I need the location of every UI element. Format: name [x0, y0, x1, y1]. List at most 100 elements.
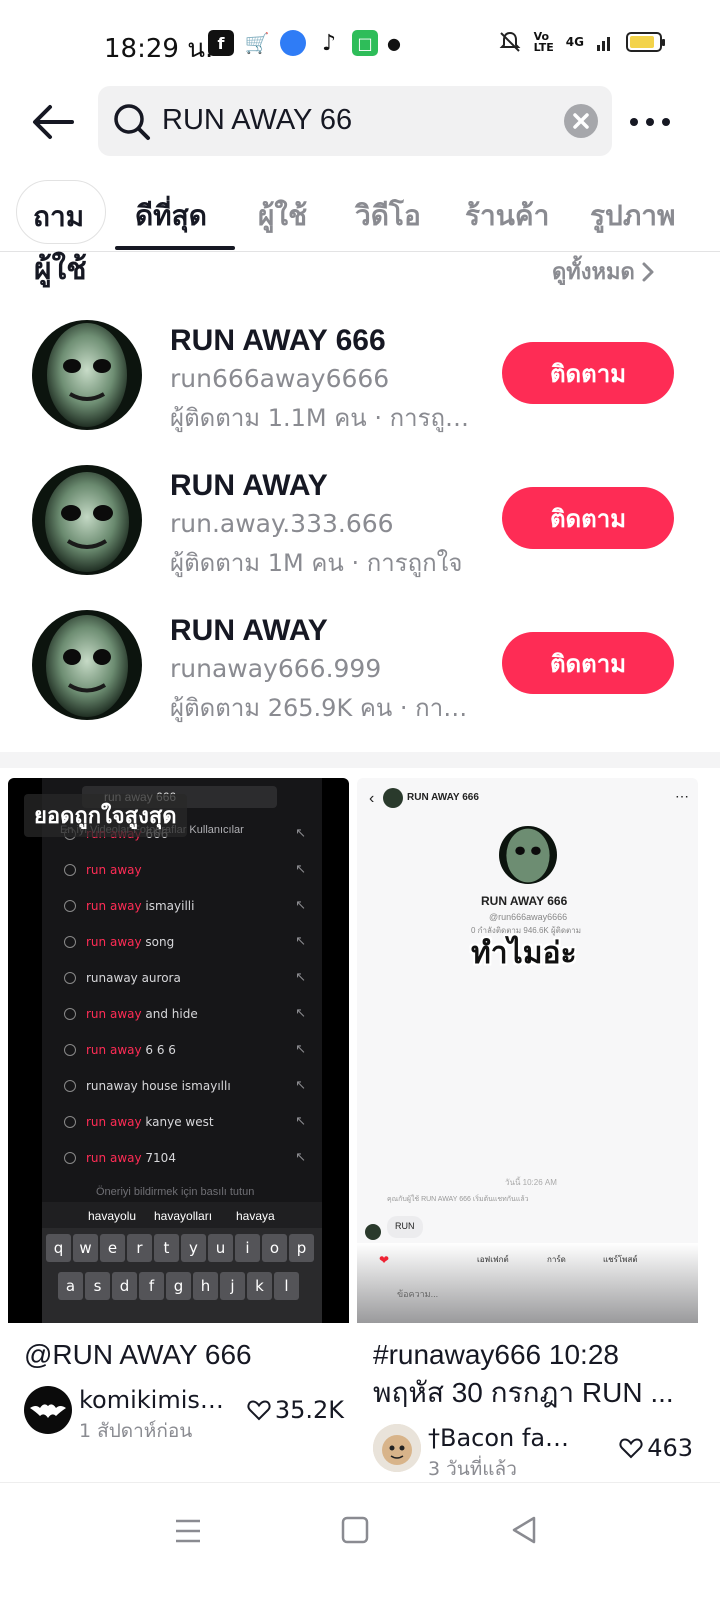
thumbnail-header-name: RUN AWAY 666: [407, 792, 479, 803]
dot: [630, 118, 638, 126]
video-thumbnail[interactable]: run away 666 En iyi Videolar Fotoğraflar…: [8, 778, 349, 1323]
heart-icon: [619, 1438, 643, 1459]
thumbnail-suggestion: run away ismayilli ↖: [56, 896, 306, 920]
thumbnail-sticker-text: ทำไมอ่ะ: [471, 936, 577, 971]
author-avatar[interactable]: [373, 1424, 421, 1472]
user-stats: ผู้ติดตาม 1.1M คน · การถูกใจ: [170, 404, 475, 432]
more-options-button[interactable]: [630, 112, 674, 132]
cartoon-avatar-icon: [373, 1424, 421, 1472]
system-icons: Vo LTE 4G: [498, 30, 665, 54]
creepy-face-avatar-icon: [32, 610, 142, 720]
thumbnail-suggestion: run away 6 6 6 ↖: [56, 1040, 306, 1064]
author-avatar[interactable]: [24, 1386, 72, 1434]
user-display-name: RUN AWAY 666: [170, 324, 386, 357]
mute-bell-icon: [499, 31, 520, 52]
clear-search-button[interactable]: [564, 104, 598, 138]
follow-button[interactable]: ติดตาม: [502, 342, 674, 404]
creepy-face-avatar-icon: [32, 320, 142, 430]
like-count-value: 463: [647, 1434, 693, 1462]
tab-photos[interactable]: รูปภาพ: [590, 194, 675, 238]
video-card[interactable]: run away 666 En iyi Videolar Fotoğraflar…: [8, 778, 349, 1498]
avatar[interactable]: [32, 465, 142, 575]
author-name: †Bacon farlands: [428, 1424, 578, 1452]
author-name: komikimistanbul: [79, 1386, 229, 1414]
tab-top[interactable]: ดีที่สุด: [135, 194, 207, 238]
thumbnail-keyboard-suggestions: havayolu havayolları havaya: [42, 1202, 322, 1230]
video-card[interactable]: ‹ RUN AWAY 666 ⋯ RUN AWAY 666 @run666awa…: [357, 778, 698, 1498]
chevron-right-icon: [642, 262, 654, 281]
avatar[interactable]: [32, 610, 142, 720]
follow-button[interactable]: ติดตาม: [502, 487, 674, 549]
avatar[interactable]: [32, 320, 142, 430]
video-caption: @RUN AWAY 666: [24, 1339, 252, 1370]
user-result-row[interactable]: RUN AWAY 666 run666away6666 ผู้ติดตาม 1.…: [0, 320, 720, 460]
heart-icon: [247, 1400, 271, 1421]
user-result-row[interactable]: RUN AWAY runaway666.999 ผู้ติดตาม 265.9K…: [0, 610, 720, 750]
tab-shop[interactable]: ร้านค้า: [465, 194, 549, 238]
back-nav-button[interactable]: [506, 1511, 546, 1551]
chat-app-icon: □: [352, 30, 378, 56]
search-tabs: ถาม ดีที่สุด ผู้ใช้ วิดีโอ ร้านค้า รูปภา…: [0, 180, 720, 252]
user-handle: run.away.333.666: [170, 509, 394, 538]
system-nav-bar: [0, 1482, 720, 1600]
like-count: 35.2K: [247, 1396, 344, 1424]
network-icon: 4G: [565, 35, 584, 49]
user-stats: ผู้ติดตาม 1M คน · การถูกใจ: [170, 549, 463, 577]
thumbnail-chat-avatar: [365, 1224, 381, 1240]
recents-button[interactable]: [170, 1511, 210, 1551]
menu-icon: [176, 1519, 200, 1543]
thumbnail-hint: Öneriyi bildirmek için basılı tutun: [96, 1186, 255, 1198]
user-handle: run666away6666: [170, 364, 390, 393]
thumbnail-chat-notice: คุณกับผู้ใช้ RUN AWAY 666 เริ่มต้นแชทกัน…: [387, 1196, 529, 1203]
square-icon: [341, 1516, 369, 1544]
thumbnail-chat-time: วันนี้ 10:26 AM: [505, 1178, 557, 1187]
video-author[interactable]: †Bacon farlands 3 วันที่แล้ว 463: [373, 1424, 693, 1480]
thumbnail-suggestion: run away song ↖: [56, 932, 306, 956]
search-icon: [114, 104, 150, 140]
triangle-back-icon: [512, 1516, 536, 1544]
post-time: 1 สัปดาห์ก่อน: [79, 1420, 193, 1442]
user-result-row[interactable]: RUN AWAY run.away.333.666 ผู้ติดตาม 1M ค…: [0, 465, 720, 605]
thumbnail-suggestion: runaway aurora ↖: [56, 968, 306, 992]
like-count-value: 35.2K: [274, 1396, 344, 1424]
more-notifications-icon: ●: [387, 30, 401, 56]
like-count: 463: [619, 1434, 693, 1462]
thumbnail-bottom-bar: ❤ เอฟเฟกต์ การ์ด แชร์โพสต์ ข้อความ...: [357, 1243, 698, 1323]
tab-ask[interactable]: ถาม: [16, 180, 106, 244]
thumbnail-suggestion: run away kanye west ↖: [56, 1112, 306, 1136]
back-button[interactable]: [30, 100, 80, 146]
follow-button[interactable]: ติดตาม: [502, 632, 674, 694]
tiktok-icon: ♪: [316, 30, 342, 56]
back-arrow-icon: [33, 105, 74, 139]
video-author[interactable]: komikimistanbul 1 สัปดาห์ก่อน 35.2K: [24, 1386, 344, 1442]
messenger-icon: [280, 30, 306, 56]
active-tab-indicator: [115, 246, 235, 250]
tab-videos[interactable]: วิดีโอ: [355, 194, 421, 238]
user-display-name: RUN AWAY: [170, 614, 328, 647]
dot: [662, 118, 670, 126]
user-stats: ผู้ติดตาม 265.9K คน · การถูกใจ: [170, 694, 475, 722]
top-liked-badge: ยอดถูกใจสูงสุด: [24, 794, 187, 837]
shopping-cart-icon: 🛒: [244, 30, 270, 56]
post-time: 3 วันที่แล้ว: [428, 1458, 517, 1480]
video-thumbnail[interactable]: ‹ RUN AWAY 666 ⋯ RUN AWAY 666 @run666awa…: [357, 778, 698, 1323]
thumbnail-profile-handle: @run666away6666: [489, 912, 568, 922]
view-all-link[interactable]: ดูทั้งหมด: [552, 254, 655, 289]
thumbnail-suggestion: runaway house ismayıllı ↖: [56, 1076, 306, 1100]
close-icon: [573, 113, 589, 129]
user-display-name: RUN AWAY: [170, 469, 328, 502]
thumbnail-suggestion: run away ↖: [56, 860, 306, 884]
notification-icons: f 🛒 ♪ □ ●: [208, 30, 401, 56]
search-input[interactable]: RUN AWAY 66: [98, 86, 612, 156]
signal-icon: [597, 37, 610, 51]
view-all-label: ดูทั้งหมด: [552, 260, 635, 285]
users-section-title: ผู้ใช้: [34, 252, 87, 287]
bat-logo-icon: [30, 1404, 66, 1418]
home-button[interactable]: [338, 1511, 378, 1551]
battery-icon: [626, 32, 665, 52]
tab-users[interactable]: ผู้ใช้: [258, 194, 307, 238]
search-query: RUN AWAY 66: [162, 104, 353, 136]
status-bar: 18:29 น. f 🛒 ♪ □ ● Vo LTE 4G: [0, 0, 720, 88]
thumbnail-suggestion: run away 7104 ↖: [56, 1148, 306, 1172]
battery-level: [630, 36, 654, 48]
